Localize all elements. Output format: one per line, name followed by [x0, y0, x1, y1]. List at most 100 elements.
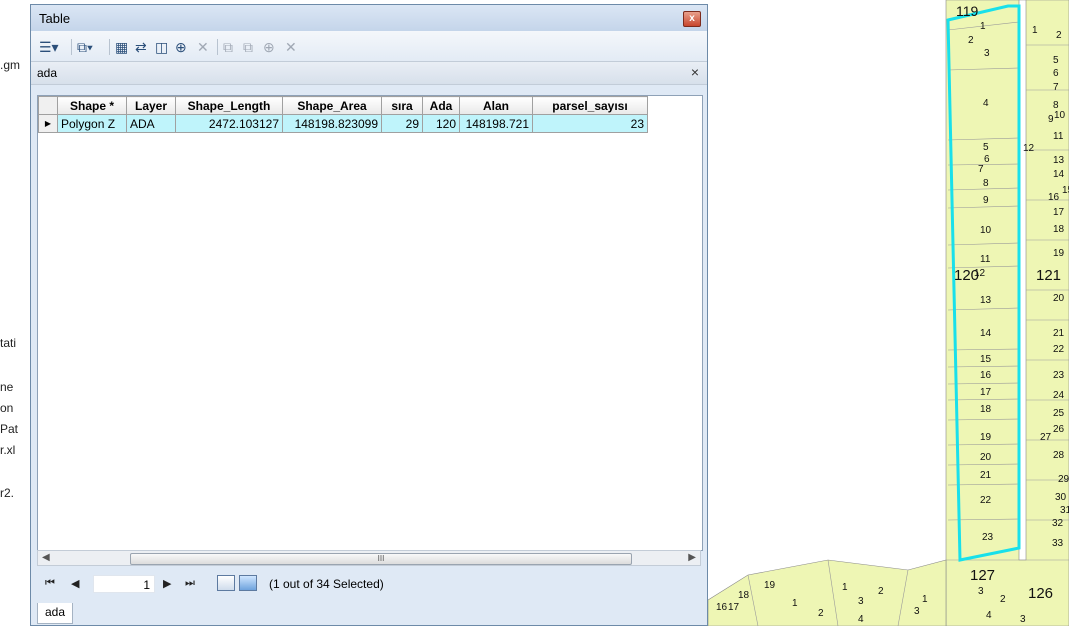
parcel-number: 21 [980, 470, 992, 481]
parcel-number: 2 [878, 586, 884, 597]
parcel-number: 2 [818, 608, 824, 619]
parcel-number: 3 [914, 606, 920, 617]
parcel-number: 19 [764, 580, 776, 591]
parcel-number: 16 [980, 370, 992, 381]
column-header[interactable]: Ada [422, 96, 460, 115]
show-all-records-button[interactable] [217, 575, 235, 591]
column-header[interactable]: Shape_Area [282, 96, 382, 115]
parcel-number: 17 [980, 387, 992, 398]
parcel-number: 29 [1058, 474, 1069, 485]
toc-fragment: Pat [0, 422, 19, 436]
parcel-number: 23 [982, 532, 994, 543]
parcel-number: 4 [986, 610, 992, 621]
toolbar-separator [217, 39, 218, 55]
column-header[interactable]: sıra [381, 96, 423, 115]
window-close-button[interactable]: x [683, 11, 701, 27]
parcel-number: 11 [1053, 131, 1064, 142]
select-by-attributes-icon[interactable]: ▦ [115, 39, 128, 55]
parcel-number: 3 [984, 48, 990, 59]
column-header[interactable]: Shape_Length [175, 96, 283, 115]
show-selected-records-button[interactable] [239, 575, 257, 591]
parcel-number: 8 [983, 178, 989, 189]
tab-close-icon[interactable]: × [691, 64, 699, 80]
delete-field-icon[interactable]: ✕ [285, 39, 297, 55]
current-row-indicator-icon[interactable]: ▶ [38, 114, 58, 133]
table-window[interactable]: Table x ☰▾ ⧉▾ ▦ ⇄ ◫ ⊕ ✕ ⧉ ⧉ ⊕ ✕ ada × Sh… [30, 4, 708, 626]
clear-selection-icon[interactable]: ◫ [155, 39, 168, 55]
table-cell[interactable]: ADA [126, 114, 176, 133]
toc-fragment: ne [0, 380, 14, 394]
parcel-number: 13 [980, 295, 992, 306]
parcel-number: 17 [1053, 207, 1065, 218]
toc-panel-background: .gm tati ne on Pat r.xl r2. [0, 0, 34, 626]
toc-fragment: .gm [0, 58, 21, 72]
toc-fragment: on [0, 401, 14, 415]
parcel-number: 1 [980, 21, 986, 32]
parcel-number: 20 [980, 452, 992, 463]
parcel-number: 10 [1054, 110, 1066, 121]
column-header[interactable]: parsel_sayısı [532, 96, 648, 115]
horizontal-scrollbar[interactable]: ◀ III ▶ [37, 550, 701, 566]
block-label: 119 [956, 3, 979, 19]
table-cell[interactable]: 148198.721 [459, 114, 533, 133]
parcel-number: 3 [858, 596, 864, 607]
parcel-number: 30 [1055, 492, 1067, 503]
parcel-number: 14 [1053, 169, 1065, 180]
map-view[interactable]: 119 120 121 127 126 1 2 3 4 5 6 7 8 9 10… [708, 0, 1069, 626]
table-row[interactable]: ▶ Polygon Z ADA 2472.103127 148198.82309… [38, 114, 648, 133]
parcel-number: 13 [1053, 155, 1065, 166]
row-selector-header[interactable] [38, 96, 58, 115]
last-record-icon[interactable]: ⏭ [185, 577, 195, 590]
add-field-icon[interactable]: ⊕ [263, 39, 275, 55]
delete-selected-icon[interactable]: ✕ [197, 39, 209, 55]
scroll-thumb[interactable]: III [130, 553, 632, 565]
column-header[interactable]: Layer [126, 96, 176, 115]
parcel-number: 7 [978, 164, 984, 175]
table-name-label: ada [37, 66, 58, 80]
parcel-number: 1 [922, 594, 928, 605]
parcel-number: 27 [1040, 432, 1052, 443]
scroll-left-icon[interactable]: ◀ [42, 551, 50, 565]
column-header[interactable]: Shape * [57, 96, 127, 115]
table-options-icon[interactable]: ☰▾ [39, 39, 59, 55]
parcel-number: 4 [983, 98, 989, 109]
parcel-number: 15 [1062, 185, 1069, 196]
parcel-map[interactable]: 119 120 121 127 126 1 2 3 4 5 6 7 8 9 10… [708, 0, 1069, 626]
copy-icon[interactable]: ⧉ [223, 39, 233, 55]
block-label: 126 [1028, 585, 1053, 602]
toc-fragment: tati [0, 336, 17, 350]
parcel-number: 25 [1053, 408, 1065, 419]
parcel-number: 11 [980, 254, 991, 265]
parcel-number: 18 [1053, 224, 1065, 235]
record-number-input[interactable]: 1 [93, 575, 155, 593]
table-cell[interactable]: 120 [422, 114, 460, 133]
paste-icon[interactable]: ⧉ [243, 39, 253, 55]
parcel-number: 2 [968, 35, 974, 46]
parcel-number: 33 [1052, 538, 1064, 549]
related-tables-icon[interactable]: ⧉▾ [77, 39, 93, 55]
parcel-number: 22 [980, 495, 992, 506]
column-header[interactable]: Alan [459, 96, 533, 115]
attribute-table: Shape * Layer Shape_Length Shape_Area sı… [38, 96, 648, 133]
switch-selection-icon[interactable]: ⇄ [135, 39, 147, 55]
parcel-number: 1 [792, 598, 798, 609]
attribute-grid[interactable]: Shape * Layer Shape_Length Shape_Area sı… [37, 95, 703, 551]
table-cell[interactable]: Polygon Z [57, 114, 127, 133]
table-toolbar: ☰▾ ⧉▾ ▦ ⇄ ◫ ⊕ ✕ ⧉ ⧉ ⊕ ✕ [31, 31, 707, 61]
parcel-number: 31 [1060, 505, 1069, 516]
table-cell[interactable]: 29 [381, 114, 423, 133]
window-titlebar[interactable]: Table x [31, 5, 707, 31]
zoom-to-selected-icon[interactable]: ⊕ [175, 39, 187, 55]
next-record-icon[interactable]: ▶ [163, 577, 171, 590]
parcel-number: 19 [1053, 248, 1065, 259]
toc-fragment: r2. [0, 486, 15, 500]
previous-record-icon[interactable]: ◀ [71, 577, 79, 590]
table-cell[interactable]: 23 [532, 114, 648, 133]
record-navigator: ⏮ ◀ 1 ▶ ⏭ (1 out of 34 Selected) [37, 569, 701, 599]
table-cell[interactable]: 2472.103127 [175, 114, 283, 133]
scroll-right-icon[interactable]: ▶ [688, 551, 696, 565]
table-cell[interactable]: 148198.823099 [282, 114, 382, 133]
parcel-number: 12 [1023, 143, 1035, 154]
first-record-icon[interactable]: ⏮ [45, 577, 55, 590]
table-tab-ada[interactable]: ada [37, 603, 73, 624]
